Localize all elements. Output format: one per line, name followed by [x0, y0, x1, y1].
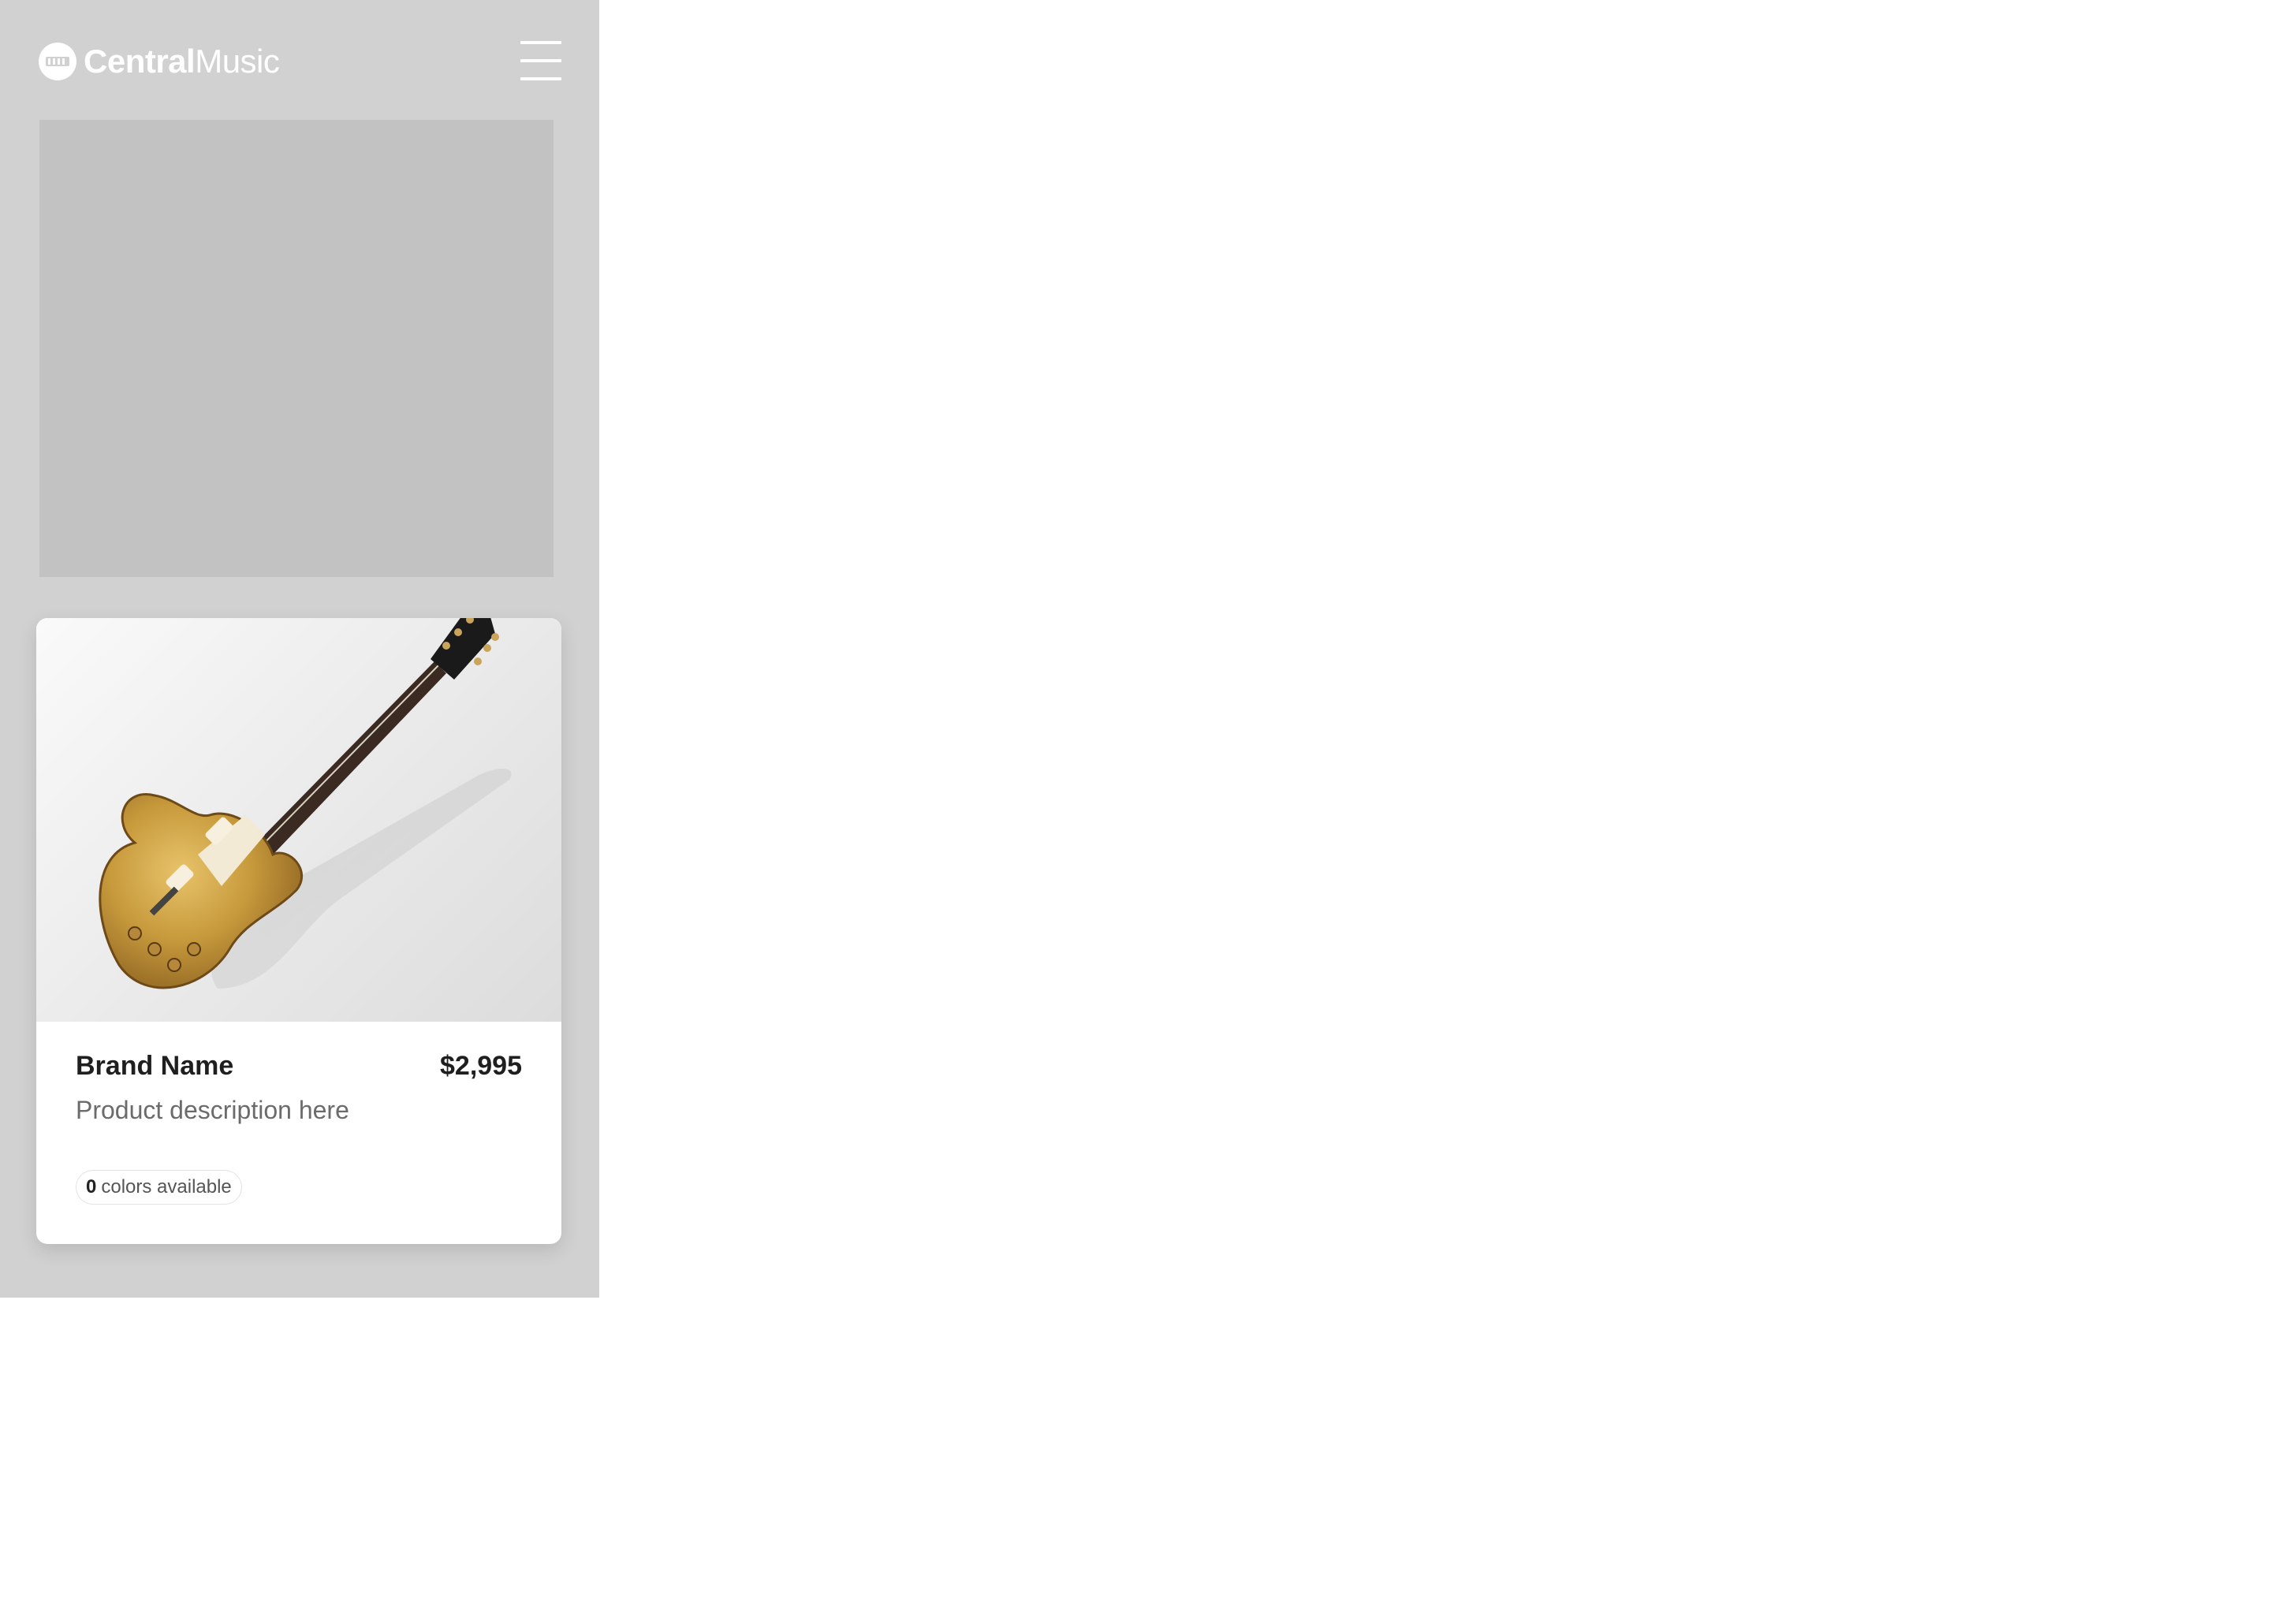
site-header: CentralMusic — [0, 0, 599, 120]
banner-placeholder — [39, 120, 554, 577]
hamburger-menu-button[interactable] — [520, 39, 561, 82]
logo-wordmark: CentralMusic — [84, 41, 280, 82]
electric-guitar-image — [99, 618, 512, 989]
hamburger-menu-icon-bar — [520, 59, 561, 62]
product-image — [36, 618, 561, 1022]
hamburger-menu-icon-bar — [520, 41, 561, 44]
colors-label: colors available — [101, 1176, 232, 1198]
colors-available-badge: 0 colors available — [76, 1170, 242, 1205]
hamburger-menu-icon-bar — [520, 77, 561, 80]
product-brand: Brand Name — [76, 1051, 234, 1081]
mobile-viewport: CentralMusic Brand Name $2,995 Product d… — [0, 0, 599, 1298]
logo-text-light: Music — [195, 43, 280, 80]
product-price: $2,995 — [440, 1051, 522, 1081]
product-card[interactable]: Brand Name $2,995 Product description he… — [36, 618, 561, 1244]
logo-text-bold: Central — [84, 43, 196, 80]
site-logo[interactable]: CentralMusic — [38, 41, 280, 82]
colors-count: 0 — [86, 1176, 97, 1198]
guitar-pick-logo-icon — [39, 43, 76, 80]
product-description: Product description here — [76, 1096, 349, 1124]
